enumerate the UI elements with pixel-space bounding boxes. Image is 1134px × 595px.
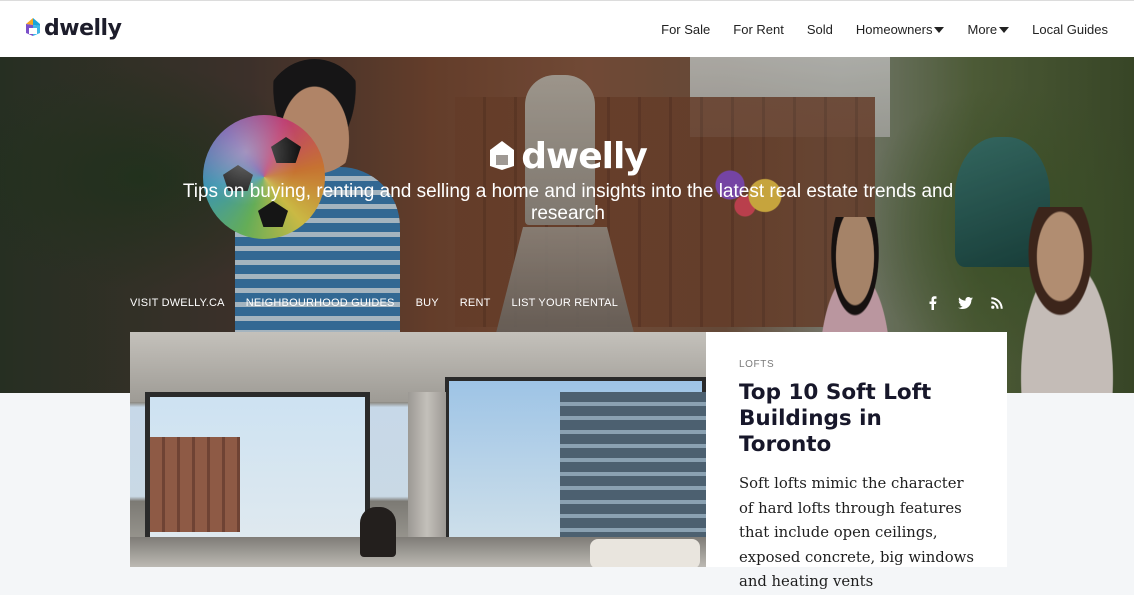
- caret-down-icon: [999, 26, 1010, 33]
- featured-article-card: LOFTS Top 10 Soft Loft Buildings in Toro…: [706, 332, 1007, 590]
- dwelly-house-icon: [487, 138, 517, 177]
- nav-local-guides-label: Local Guides: [1032, 22, 1108, 37]
- loft-view-tower: [560, 392, 706, 542]
- nav-homeowners-dropdown[interactable]: Homeowners: [856, 22, 945, 37]
- dwelly-house-icon: [24, 16, 42, 43]
- hero-brand-name: dwelly: [521, 136, 648, 177]
- nav-sold[interactable]: Sold: [807, 22, 833, 37]
- nav-for-sale[interactable]: For Sale: [661, 22, 710, 37]
- loft-view-building: [150, 437, 240, 532]
- loft-sofa: [590, 539, 700, 567]
- facebook-icon[interactable]: [925, 295, 941, 311]
- hero-link-visit-dwelly[interactable]: VISIT DWELLY.CA: [130, 297, 225, 309]
- brand-name: dwelly: [44, 16, 122, 41]
- nav-for-rent[interactable]: For Rent: [733, 22, 784, 37]
- twitter-icon[interactable]: [957, 295, 973, 311]
- hero-link-list-rental[interactable]: LIST YOUR RENTAL: [512, 297, 619, 309]
- dwelly-logo[interactable]: dwelly: [24, 15, 122, 43]
- rss-icon[interactable]: [989, 295, 1005, 311]
- article-category[interactable]: LOFTS: [739, 359, 977, 370]
- top-navigation-bar: dwelly For Sale For Rent Sold Homeowners…: [0, 0, 1134, 57]
- hero-link-rent[interactable]: RENT: [460, 297, 491, 309]
- hero-tagline: Tips on buying, renting and selling a ho…: [182, 181, 954, 224]
- featured-article-image[interactable]: [130, 332, 706, 567]
- main-nav: For Sale For Rent Sold Homeowners More L…: [638, 1, 1108, 58]
- nav-sold-label: Sold: [806, 22, 833, 37]
- nav-for-sale-label: For Sale: [661, 22, 711, 37]
- nav-more-dropdown[interactable]: More: [967, 22, 1010, 37]
- nav-more-label: More: [967, 22, 998, 37]
- article-excerpt: Soft lofts mimic the character of hard l…: [739, 475, 974, 590]
- caret-down-icon: [934, 26, 945, 33]
- nav-homeowners-label: Homeowners: [855, 22, 933, 37]
- hero-link-buy[interactable]: BUY: [416, 297, 439, 309]
- nav-local-guides[interactable]: Local Guides: [1032, 22, 1108, 37]
- loft-lounge-chair: [360, 507, 396, 557]
- article-title[interactable]: Top 10 Soft Loft Buildings in Toronto: [739, 380, 977, 458]
- nav-for-rent-label: For Rent: [733, 22, 784, 37]
- hero-link-neighbourhood-guides[interactable]: NEIGHBOURHOOD GUIDES: [246, 297, 395, 309]
- hero-link-bar: VISIT DWELLY.CA NEIGHBOURHOOD GUIDES BUY…: [130, 297, 639, 309]
- social-links: [925, 295, 1021, 311]
- hero-logo: dwelly: [0, 137, 1134, 177]
